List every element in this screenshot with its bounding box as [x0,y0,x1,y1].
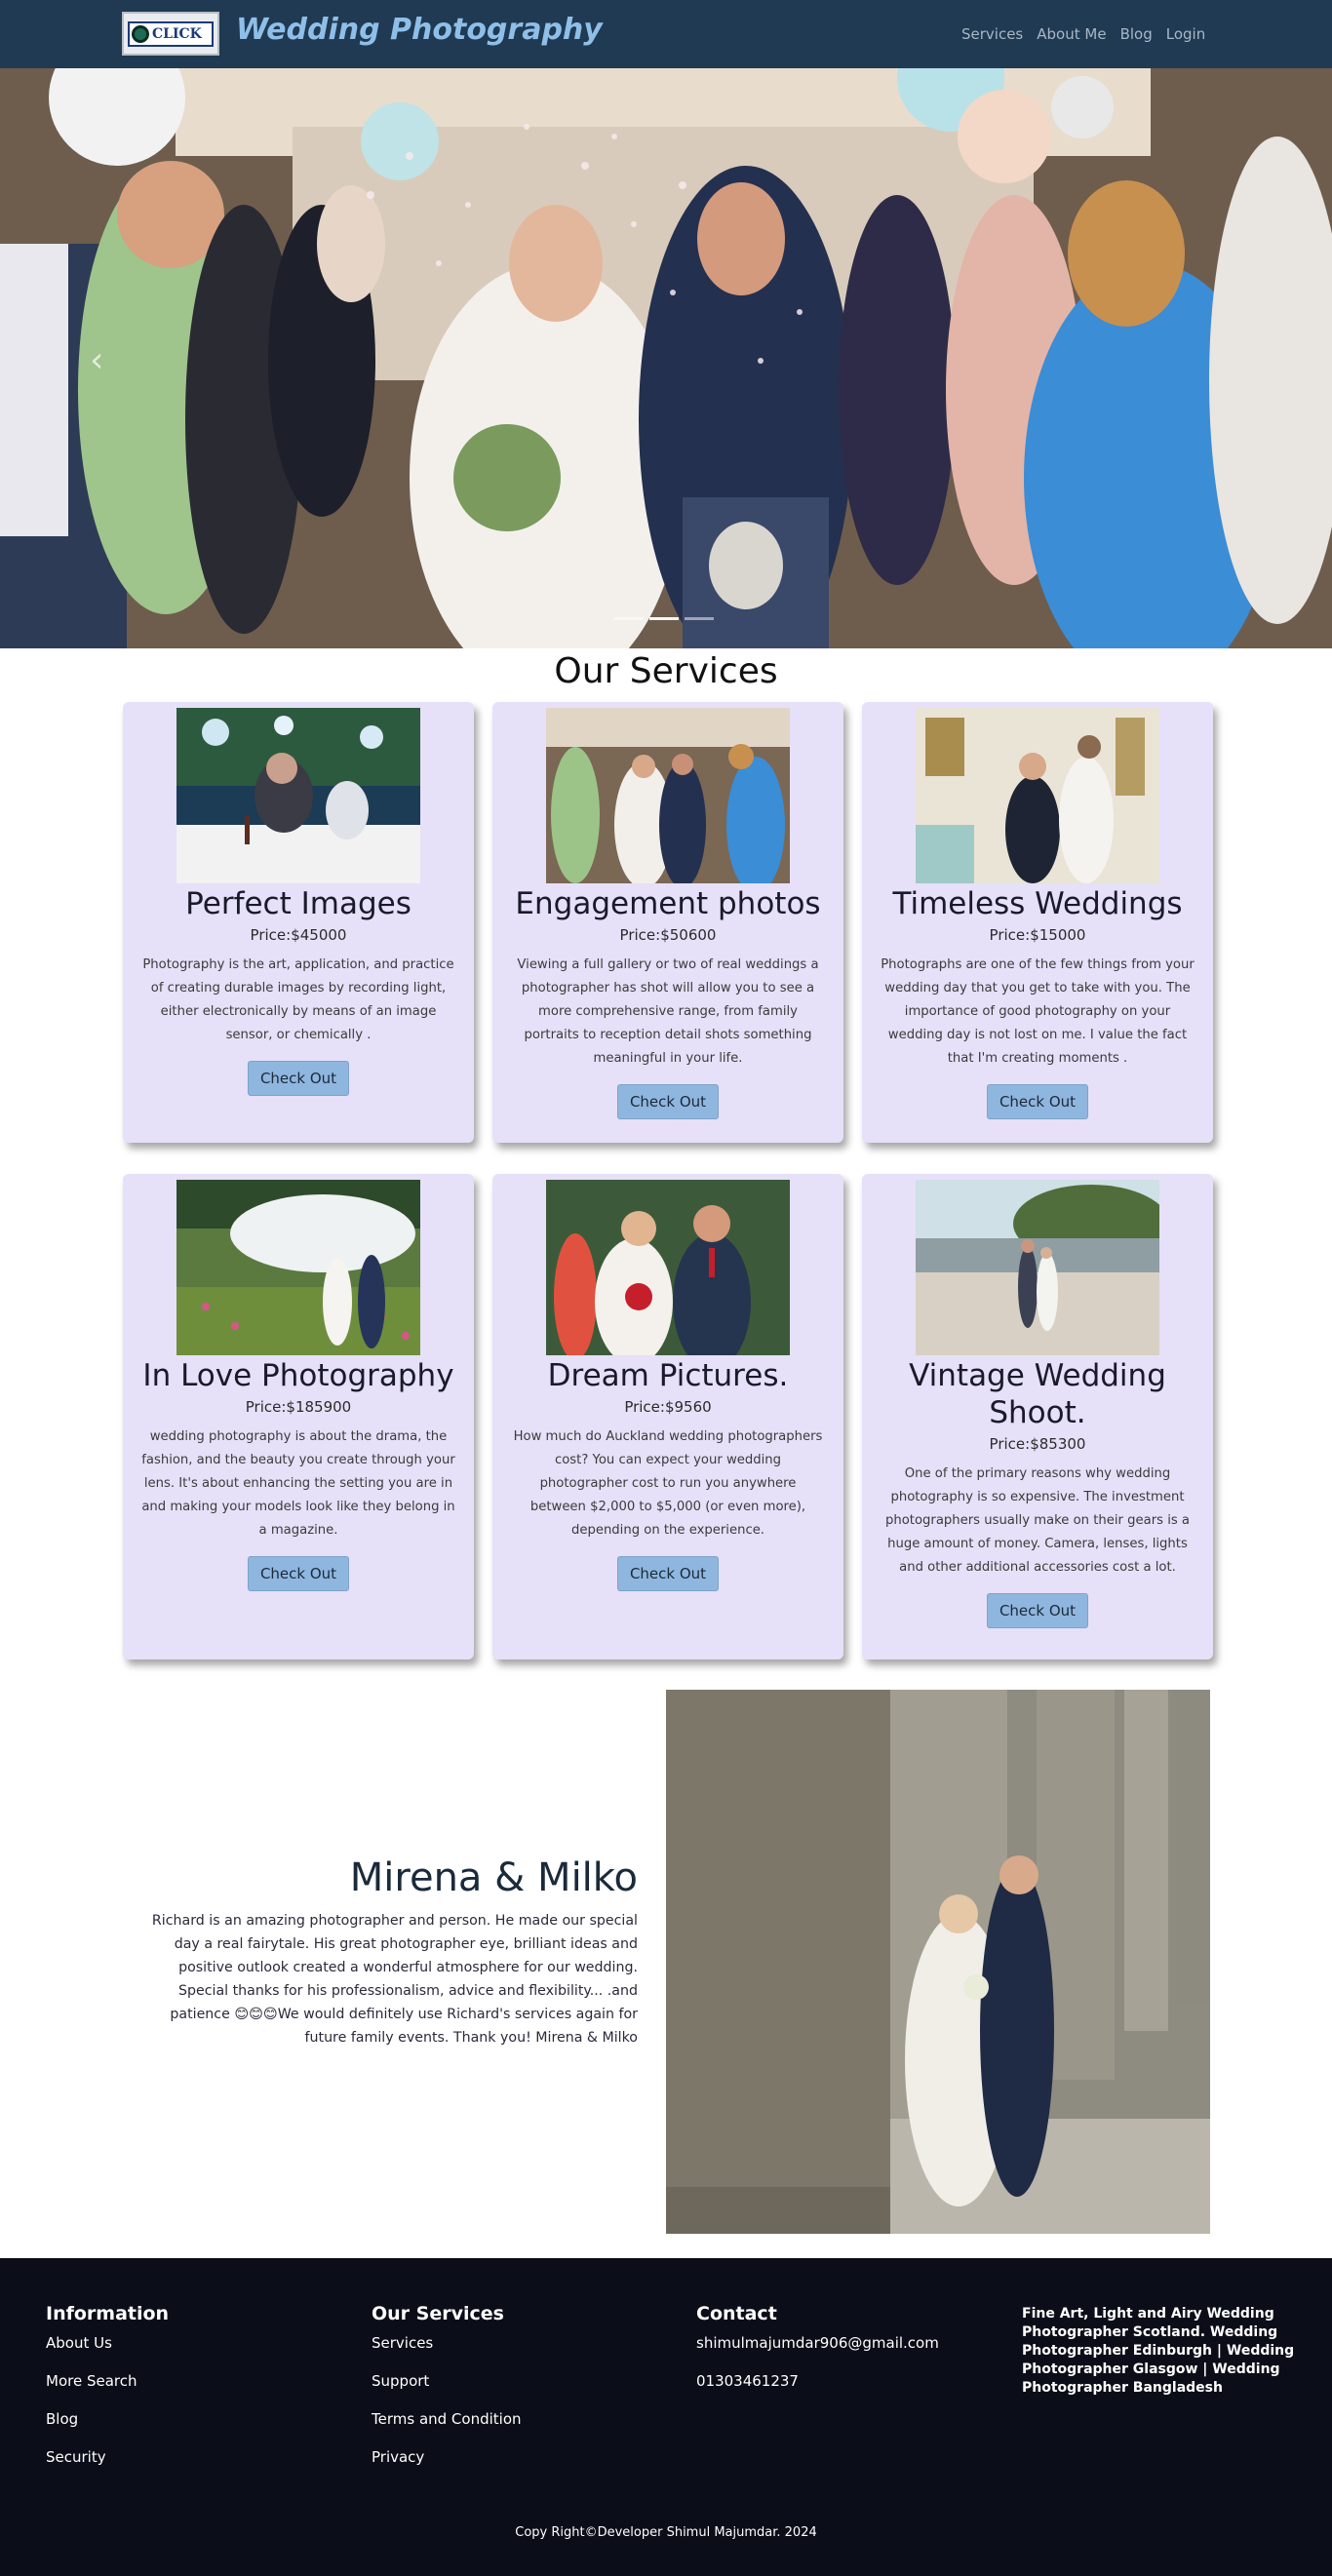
nav-link-login[interactable]: Login [1166,25,1205,43]
contact-phone[interactable]: 01303461237 [696,2372,939,2390]
service-card-description: One of the primary reasons why wedding p… [884,1466,1191,1575]
footer-heading: Contact [696,2303,777,2324]
service-card-title: Vintage Wedding Shoot. [909,1358,1166,1430]
check-out-button[interactable]: Check Out [986,1593,1089,1628]
service-card-image [916,1180,1159,1355]
service-card-image [176,1180,420,1355]
check-out-button[interactable]: Check Out [247,1556,350,1591]
service-card-image [176,708,420,883]
testimonial-photo [666,1690,1210,2234]
footer-our-services: Our Services Services Support Terms and … [372,2303,522,2486]
footer: Information About Us More Search Blog Se… [0,2258,1332,2576]
footer-link-more-search[interactable]: More Search [46,2372,169,2390]
testimonial-text: Richard is an amazing photographer and p… [151,1913,638,2046]
service-card-description: Viewing a full gallery or two of real we… [517,957,819,1066]
carousel-indicators [614,617,714,620]
service-card-price: Price:$15000 [989,926,1086,944]
navbar: CLICK Wedding Photography Services About… [0,0,1332,68]
check-out-button[interactable]: Check Out [616,1084,720,1119]
service-card-image [546,708,790,883]
footer-link-security[interactable]: Security [46,2448,169,2466]
service-card: Dream Pictures. Price:$9560 How much do … [492,1174,843,1659]
carousel-prev-icon[interactable]: ‹ [90,341,113,380]
nav-link-blog[interactable]: Blog [1120,25,1153,43]
copyright: Copy Right©Developer Shimul Majumdar. 20… [515,2525,817,2540]
check-out-button[interactable]: Check Out [247,1061,350,1096]
nav-link-services[interactable]: Services [961,25,1023,43]
carousel-indicator-active[interactable] [649,617,679,620]
service-card-title: Timeless Weddings [892,886,1183,921]
brand-logo[interactable]: CLICK [122,12,219,56]
service-card-price: Price:$185900 [245,1398,352,1416]
service-card-description: Photography is the art, application, and… [142,957,454,1042]
logo-badge: CLICK [128,20,214,47]
service-card: Timeless Weddings Price:$15000 Photograp… [862,702,1213,1143]
service-card-image [916,708,1159,883]
service-card-image [546,1180,790,1355]
service-card-title: Engagement photos [515,886,821,921]
hero-carousel: ‹ [0,68,1332,648]
carousel-indicator[interactable] [685,617,714,620]
footer-contact: Contact shimulmajumdar906@gmail.com 0130… [696,2303,939,2410]
check-out-button[interactable]: Check Out [986,1084,1089,1119]
couple-image [666,1690,1210,2234]
footer-link-support[interactable]: Support [372,2372,522,2390]
footer-heading: Information [46,2303,170,2324]
service-card-price: Price:$50600 [619,926,717,944]
service-card-price: Price:$85300 [989,1435,1086,1453]
check-out-button[interactable]: Check Out [616,1556,720,1591]
camera-lens-icon [132,24,149,43]
testimonial-name: Mirena & Milko [349,1855,638,1900]
service-card-price: Price:$45000 [250,926,347,944]
footer-link-privacy[interactable]: Privacy [372,2448,522,2466]
service-card-title: In Love Photography [142,1358,454,1393]
contact-email[interactable]: shimulmajumdar906@gmail.com [696,2334,939,2352]
services-heading: Our Services [554,651,778,691]
service-card: Perfect Images Price:$45000 Photography … [123,702,474,1143]
hero-image [0,68,1332,648]
logo-text: CLICK [152,25,202,42]
service-card-description: How much do Auckland wedding photographe… [513,1429,823,1538]
carousel-indicator[interactable] [614,617,644,620]
footer-about-text: Fine Art, Light and Airy Wedding Photogr… [1022,2306,1295,2396]
service-card-description: wedding photography is about the drama, … [141,1429,455,1538]
service-card: In Love Photography Price:$185900 weddin… [123,1174,474,1659]
site-title[interactable]: Wedding Photography [236,13,603,47]
footer-link-blog[interactable]: Blog [46,2410,169,2428]
service-card: Vintage Wedding Shoot. Price:$85300 One … [862,1174,1213,1659]
service-card-title: Perfect Images [185,886,411,921]
footer-link-terms[interactable]: Terms and Condition [372,2410,522,2428]
service-card-title: Dream Pictures. [547,1358,789,1393]
nav-link-about-me[interactable]: About Me [1037,25,1106,43]
footer-information: Information About Us More Search Blog Se… [46,2303,169,2486]
nav-links: Services About Me Blog Login [961,25,1219,43]
service-card: Engagement photos Price:$50600 Viewing a… [492,702,843,1143]
service-card-price: Price:$9560 [624,1398,712,1416]
footer-heading: Our Services [372,2303,504,2324]
footer-link-about-us[interactable]: About Us [46,2334,169,2352]
service-card-description: Photographs are one of the few things fr… [881,957,1195,1066]
footer-link-services[interactable]: Services [372,2334,522,2352]
